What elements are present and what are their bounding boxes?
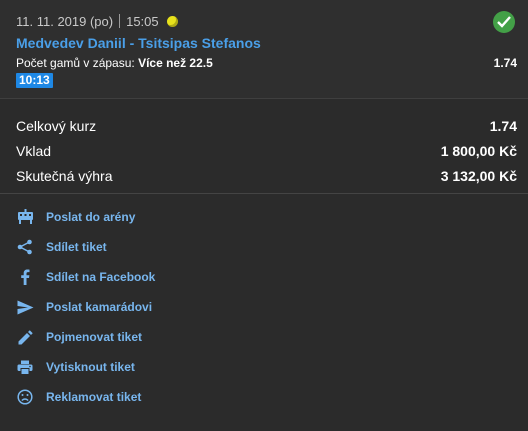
bet-time: 15:05	[126, 13, 159, 29]
win-label: Skutečná výhra	[16, 168, 113, 184]
win-row: Skutečná výhra 3 132,00 Kč	[16, 168, 517, 188]
market-label: Počet gamů v zápasu:	[16, 56, 135, 70]
send-icon	[16, 298, 34, 316]
stake-label: Vklad	[16, 143, 52, 159]
send-to-arena-action[interactable]: Poslat do arény	[16, 206, 135, 228]
total-odds-label: Celkový kurz	[16, 118, 97, 134]
market-line: Počet gamů v zápasu: Více než 22.5	[16, 56, 213, 70]
win-value: 3 132,00 Kč	[440, 168, 517, 184]
action-label: Pojmenovat tiket	[46, 330, 143, 344]
action-label: Sdílet tiket	[46, 240, 107, 254]
bet-meta: 11. 11. 2019 (po) 15:05	[16, 13, 178, 29]
bet-odd: 1.74	[493, 56, 517, 70]
ticket-summary: Celkový kurz 1.74 Vklad 1 800,00 Kč Skut…	[0, 100, 528, 194]
complain-ticket-action[interactable]: Reklamovat tiket	[16, 386, 141, 408]
market-pick: Více než 22.5	[138, 56, 213, 70]
share-icon	[16, 238, 34, 256]
action-label: Poslat do arény	[46, 210, 136, 224]
stake-value: 1 800,00 Kč	[440, 143, 517, 159]
arena-icon	[16, 208, 34, 226]
action-label: Sdílet na Facebook	[46, 270, 156, 284]
rename-ticket-action[interactable]: Pojmenovat tiket	[16, 326, 142, 348]
live-time-badge: 10:13	[16, 73, 53, 88]
send-to-friend-action[interactable]: Poslat kamarádovi	[16, 296, 152, 318]
pencil-icon	[16, 328, 34, 346]
action-label: Reklamovat tiket	[46, 390, 142, 404]
action-label: Vytisknout tiket	[46, 360, 135, 374]
bet-date: 11. 11. 2019 (po)	[16, 13, 114, 29]
divider	[119, 14, 121, 28]
check-circle-icon	[493, 11, 515, 33]
share-facebook-action[interactable]: Sdílet na Facebook	[16, 266, 155, 288]
bet-card: 11. 11. 2019 (po) 15:05 Medvedev Daniil …	[0, 0, 528, 99]
total-odds-value: 1.74	[489, 118, 517, 134]
ticket-actions: Poslat do arény Sdílet tiket Sdílet na F…	[0, 195, 528, 431]
action-label: Poslat kamarádovi	[46, 300, 153, 314]
complaint-icon	[16, 388, 34, 406]
tennis-ball-icon	[166, 15, 178, 27]
stake-row: Vklad 1 800,00 Kč	[16, 143, 517, 163]
share-ticket-action[interactable]: Sdílet tiket	[16, 236, 107, 258]
print-icon	[16, 358, 34, 376]
match-link[interactable]: Medvedev Daniil - Tsitsipas Stefanos	[16, 35, 261, 51]
facebook-icon	[16, 268, 34, 286]
total-odds-row: Celkový kurz 1.74	[16, 118, 517, 138]
print-ticket-action[interactable]: Vytisknout tiket	[16, 356, 135, 378]
